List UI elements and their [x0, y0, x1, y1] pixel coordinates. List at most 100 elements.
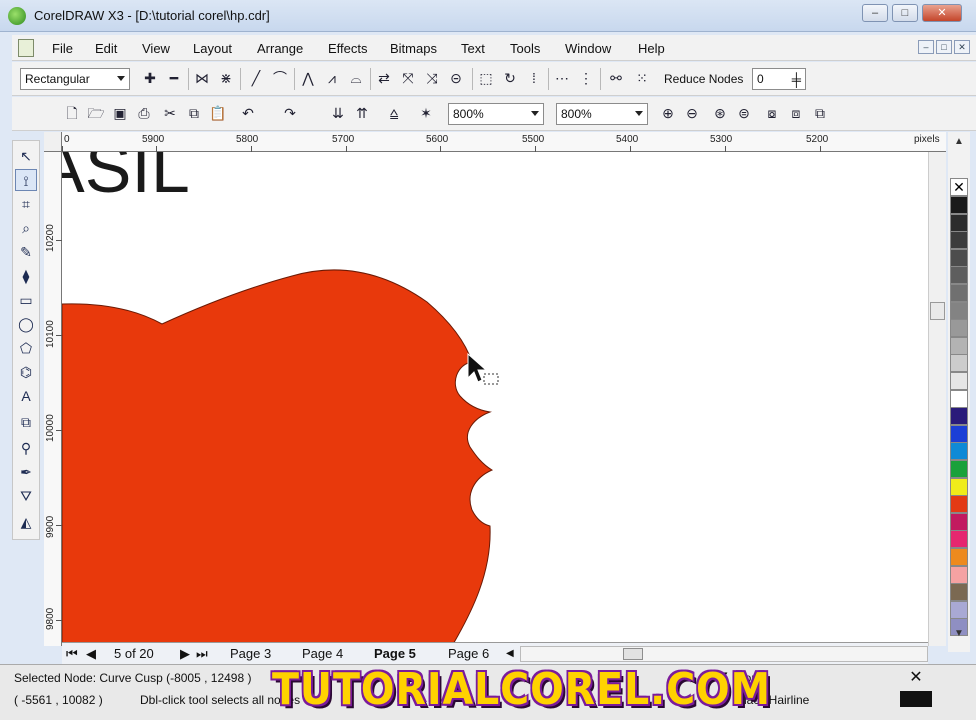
palette-swatch[interactable] [950, 600, 968, 619]
document-icon[interactable] [18, 39, 34, 57]
palette-swatch[interactable] [950, 477, 968, 496]
palette-swatch[interactable] [950, 389, 968, 408]
minimize-button[interactable]: – [862, 4, 888, 22]
print-icon[interactable]: ⎙ [134, 103, 154, 123]
zoom-to-selected-icon[interactable]: ⊛ [710, 103, 730, 123]
menu-tools[interactable]: Tools [510, 41, 540, 56]
auto-close-icon[interactable]: ⊝ [446, 68, 466, 88]
vertical-reflect-icon[interactable]: ⋮ [576, 68, 596, 88]
cut-icon[interactable]: ✂ [160, 103, 180, 123]
horizontal-reflect-icon[interactable]: ⋯ [552, 68, 572, 88]
outline-swatch[interactable] [900, 691, 932, 707]
palette-swatch[interactable] [950, 248, 968, 267]
zoom-in-icon[interactable]: ⊕ [658, 103, 678, 123]
zoom-level-dropdown[interactable]: 800% [448, 103, 544, 125]
undo-icon[interactable]: ↶ [238, 103, 258, 123]
fill-tool-icon[interactable]: ⛛ [15, 485, 37, 507]
zoom-to-page-width-icon[interactable]: ⧈ [786, 103, 806, 123]
horizontal-scrollbar[interactable] [520, 646, 928, 662]
interactive-fill-tool-icon[interactable]: ◭ [15, 511, 37, 533]
welcome-screen-icon[interactable]: ✶ [416, 103, 436, 123]
zoom-to-all-objects-icon[interactable]: ⊜ [734, 103, 754, 123]
copy-icon[interactable]: ⧉ [184, 103, 204, 123]
join-nodes-icon[interactable]: ⋈ [192, 68, 212, 88]
palette-swatch[interactable] [950, 213, 968, 232]
tab-page-4[interactable]: Page 4 [302, 645, 343, 663]
rotate-nodes-icon[interactable]: ↻ [500, 68, 520, 88]
close-button[interactable]: ✕ [922, 4, 962, 22]
palette-swatch[interactable] [950, 266, 968, 285]
align-nodes-icon[interactable]: ⁞ [524, 68, 544, 88]
palette-swatch[interactable] [950, 565, 968, 584]
palette-swatch[interactable] [950, 583, 968, 602]
palette-swatch[interactable] [950, 231, 968, 250]
tab-page-6[interactable]: Page 6 [448, 645, 489, 663]
palette-swatch[interactable] [950, 530, 968, 549]
tab-page-5[interactable]: Page 5 [374, 645, 416, 663]
first-page-button[interactable]: ⏮ [66, 645, 78, 663]
elastic-mode-icon[interactable]: ⚯ [606, 68, 626, 88]
menu-arrange[interactable]: Arrange [257, 41, 303, 56]
palette-swatch[interactable] [950, 319, 968, 338]
import-icon[interactable]: ⇊ [328, 103, 348, 123]
rectangle-tool-icon[interactable]: ▭ [15, 289, 37, 311]
select-all-nodes-icon[interactable]: ⁙ [632, 68, 652, 88]
palette-swatch[interactable] [950, 372, 968, 390]
menu-edit[interactable]: Edit [95, 41, 117, 56]
menu-help[interactable]: Help [638, 41, 665, 56]
canvas-text-fragment[interactable]: ASIL [62, 152, 190, 207]
reverse-direction-icon[interactable]: ⇄ [374, 68, 394, 88]
menu-file[interactable]: File [52, 41, 73, 56]
delete-node-icon[interactable]: ━ [164, 68, 184, 88]
last-page-button[interactable]: ⏭ [196, 645, 208, 663]
stretch-nodes-icon[interactable]: ⬚ [476, 68, 496, 88]
redo-icon[interactable]: ↷ [280, 103, 300, 123]
zoom-tool-icon[interactable]: ⌕ [15, 217, 37, 239]
outline-tool-icon[interactable]: ✒ [15, 461, 37, 483]
previous-page-button[interactable]: ◀ [86, 645, 96, 663]
palette-swatch[interactable] [950, 548, 968, 566]
zoom-to-page-height-icon[interactable]: ⧉ [810, 103, 830, 123]
to-curve-icon[interactable]: ⌒ [270, 68, 290, 88]
zoom-levels-dropdown[interactable]: 800% [556, 103, 648, 125]
menu-window[interactable]: Window [565, 41, 611, 56]
palette-swatch[interactable] [950, 442, 968, 461]
crop-tool-icon[interactable]: ⌗ [15, 193, 37, 215]
menu-view[interactable]: View [142, 41, 170, 56]
palette-swatch[interactable] [950, 301, 968, 320]
add-node-icon[interactable]: ✚ [140, 68, 160, 88]
freehand-tool-icon[interactable]: ✎ [15, 241, 37, 263]
palette-scroll-up-icon[interactable]: ▲ [950, 136, 968, 148]
tab-page-3[interactable]: Page 3 [230, 645, 271, 663]
palette-swatch[interactable] [950, 512, 968, 531]
palette-swatch[interactable] [950, 196, 968, 214]
palette-swatch[interactable] [950, 495, 968, 514]
pick-tool-icon[interactable]: ↖ [15, 145, 37, 167]
palette-swatch[interactable] [950, 336, 968, 355]
break-curve-icon[interactable]: ⋇ [216, 68, 236, 88]
polygon-tool-icon[interactable]: ⬠ [15, 337, 37, 359]
eyedropper-tool-icon[interactable]: ⚲ [15, 437, 37, 459]
curve-smoothness-input[interactable]: 0 ╪ [752, 68, 806, 90]
palette-swatch[interactable] [950, 460, 968, 478]
palette-scroll-down-icon[interactable]: ▼ [950, 628, 968, 640]
text-tool-icon[interactable]: A [15, 385, 37, 407]
to-line-icon[interactable]: ╱ [246, 68, 266, 88]
export-icon[interactable]: ⇈ [352, 103, 372, 123]
ruler-origin[interactable] [44, 132, 62, 152]
menu-layout[interactable]: Layout [193, 41, 232, 56]
application-launcher-icon[interactable]: ⩠ [384, 103, 404, 123]
drawing-canvas[interactable]: ASIL [62, 152, 946, 646]
smart-fill-tool-icon[interactable]: ⧫ [15, 265, 37, 287]
vertical-scroll-thumb[interactable] [930, 302, 945, 320]
new-document-icon[interactable]: 🗋 [62, 103, 82, 123]
smooth-node-icon[interactable]: ⩘ [322, 68, 342, 88]
menu-effects[interactable]: Effects [328, 41, 368, 56]
vertical-scrollbar[interactable] [928, 152, 946, 646]
maximize-button[interactable]: □ [892, 4, 918, 22]
horizontal-scroll-thumb[interactable] [623, 648, 643, 660]
palette-swatch[interactable] [950, 424, 968, 443]
horizontal-ruler[interactable]: 0 5900 5800 5700 5600 5500 5400 5300 520… [62, 132, 946, 152]
save-icon[interactable]: ▣ [110, 103, 130, 123]
red-curve-shape[interactable] [62, 269, 494, 646]
